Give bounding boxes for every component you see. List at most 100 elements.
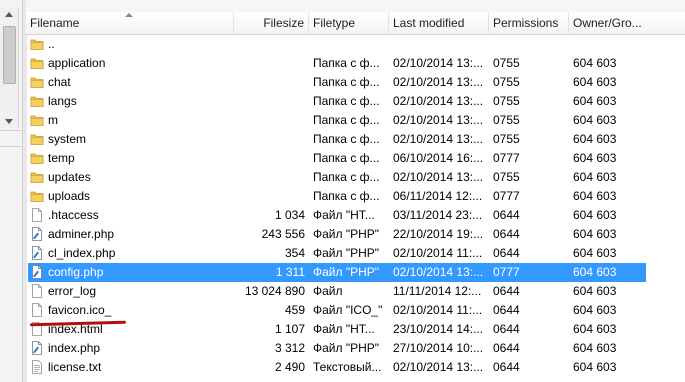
scroll-up-arrow-icon[interactable] <box>5 12 13 17</box>
scroll-down-arrow-icon[interactable] <box>5 119 13 124</box>
file-size <box>234 149 309 168</box>
file-last-modified: 02/10/2014 13:... <box>393 132 484 146</box>
file-permissions: 0644 <box>493 322 520 336</box>
file-type: Папка с ф... <box>313 113 380 127</box>
file-type: Файл "PHP" <box>313 341 380 355</box>
file-permissions: 0644 <box>493 360 520 374</box>
file-owner-group: 604 603 <box>573 341 617 355</box>
file-type: Файл "ICO_" <box>313 303 383 317</box>
file-row[interactable]: temp Папка с ф... 06/10/2014 16:... 0777 604… <box>26 149 685 168</box>
file-type: Папка с ф... <box>313 75 380 89</box>
file-permissions: 0644 <box>493 246 520 260</box>
file-size: 354 <box>284 246 305 260</box>
file-row[interactable]: m Папка с ф... 02/10/2014 13:... 0755 604 60… <box>26 111 685 130</box>
file-last-modified: 23/10/2014 14:... <box>393 322 484 336</box>
file-name: updates <box>48 170 91 184</box>
file-name: error_log <box>48 284 97 298</box>
file-last-modified: 02/10/2014 13:... <box>393 170 484 184</box>
file-name: langs <box>48 94 77 108</box>
column-header-label: Permissions <box>493 16 559 30</box>
file-name: favicon.ico_ <box>48 303 112 317</box>
file-owner-group: 604 603 <box>573 189 617 203</box>
file-row[interactable]: cl_index.php 354 Файл "PHP" 02/10/2014 11:.… <box>26 244 685 263</box>
file-size: 459 <box>284 303 305 317</box>
file-owner-group: 604 603 <box>573 265 617 279</box>
file-last-modified: 02/10/2014 13:... <box>393 94 484 108</box>
file-type: Текстовый... <box>313 360 382 374</box>
file-size: 1 311 <box>275 265 305 279</box>
file-row[interactable]: favicon.ico_ 459 Файл "ICO_" 02/10/2014 11:… <box>26 301 685 320</box>
file-size <box>234 92 309 111</box>
file-size <box>234 111 309 130</box>
column-header-filetype[interactable]: Filetype <box>309 12 389 34</box>
column-header-last-modified[interactable]: Last modified <box>389 12 489 34</box>
left-pane-divider <box>0 130 22 131</box>
file-last-modified: 22/10/2014 19:... <box>393 227 484 241</box>
file-size <box>234 54 309 73</box>
column-header-permissions[interactable]: Permissions <box>489 12 569 34</box>
file-type <box>309 35 389 54</box>
column-header-label: Last modified <box>393 16 465 30</box>
file-last-modified <box>389 35 489 54</box>
column-header-label: Owner/Gro... <box>573 16 642 30</box>
file-last-modified: 02/10/2014 13:... <box>393 113 484 127</box>
file-row[interactable]: chat Папка с ф... 02/10/2014 13:... 0755 604… <box>26 73 685 92</box>
file-type: Папка с ф... <box>313 94 380 108</box>
file-last-modified: 02/10/2014 13:... <box>393 56 484 70</box>
file-row[interactable]: .. <box>26 35 685 54</box>
file-permissions: 0777 <box>493 189 520 203</box>
file-size <box>234 168 309 187</box>
file-type: Папка с ф... <box>313 56 380 70</box>
column-header-owner-group[interactable]: Owner/Gro... <box>569 12 685 34</box>
file-owner-group: 604 603 <box>573 360 617 374</box>
file-type: Файл "HT... <box>313 208 375 222</box>
file-size: 13 024 890 <box>244 284 305 298</box>
file-row[interactable]: updates Папка с ф... 02/10/2014 13:... 0755… <box>26 168 685 187</box>
file-type: Файл "PHP" <box>313 246 380 260</box>
file-permissions: 0755 <box>493 94 520 108</box>
file-name: chat <box>48 75 71 89</box>
file-permissions <box>489 35 569 54</box>
left-pane-scrollbar[interactable] <box>0 8 19 128</box>
file-owner-group: 604 603 <box>573 284 617 298</box>
file-row[interactable]: license.txt 2 490 Текстовый... 02/10/2014 1… <box>26 358 685 377</box>
file-type: Папка с ф... <box>313 189 380 203</box>
column-header-filesize[interactable]: Filesize <box>234 12 309 34</box>
file-row[interactable]: application Папка с ф... 02/10/2014 13:...… <box>26 54 685 73</box>
file-size <box>234 187 309 206</box>
file-row[interactable]: .htaccess 1 034 Файл "HT... 03/11/2014 23:.… <box>26 206 685 225</box>
file-permissions: 0755 <box>493 132 520 146</box>
file-name: license.txt <box>48 360 102 374</box>
file-owner-group: 604 603 <box>573 151 617 165</box>
file-last-modified: 02/10/2014 13:... <box>393 75 484 89</box>
file-row[interactable]: system Папка с ф... 02/10/2014 13:... 0755 6… <box>26 130 685 149</box>
file-permissions: 0644 <box>493 341 520 355</box>
file-row[interactable]: error_log 13 024 890 Файл 11/11/2014 12:...… <box>26 282 685 301</box>
file-permissions: 0777 <box>493 151 520 165</box>
file-rows: .. application Папка с ф... 02/10/2014 13:.… <box>26 35 685 377</box>
scrollbar-thumb[interactable] <box>3 26 16 84</box>
file-row[interactable]: uploads Папка с ф... 06/11/2014 12:... 0777… <box>26 187 685 206</box>
file-last-modified: 02/10/2014 11:... <box>393 246 483 260</box>
file-name: .. <box>48 37 55 51</box>
file-owner-group: 604 603 <box>573 227 617 241</box>
remote-file-list[interactable]: Filename Filesize Filetype Last modified… <box>26 0 685 382</box>
file-last-modified: 06/11/2014 12:... <box>393 189 483 203</box>
file-name: system <box>48 132 87 146</box>
file-row-selected[interactable]: config.php 1 311 Файл "PHP" 02/10/2014 13:.… <box>26 263 685 282</box>
file-type: Файл "PHP" <box>313 265 380 279</box>
file-row[interactable]: adminer.php 243 556 Файл "PHP" 22/10/2014 1… <box>26 225 685 244</box>
file-permissions: 0755 <box>493 56 520 70</box>
left-pane <box>0 0 22 382</box>
file-type: Файл <box>313 284 343 298</box>
file-size: 243 556 <box>261 227 305 241</box>
file-last-modified: 02/10/2014 13:... <box>393 265 484 279</box>
file-size: 2 490 <box>274 360 305 374</box>
file-last-modified: 06/10/2014 16:... <box>393 151 484 165</box>
file-size: 3 312 <box>274 341 305 355</box>
file-type: Файл "PHP" <box>313 227 380 241</box>
file-row[interactable]: index.php 3 312 Файл "PHP" 27/10/2014 10:..… <box>26 339 685 358</box>
file-owner-group: 604 603 <box>573 303 617 317</box>
file-row[interactable]: langs Папка с ф... 02/10/2014 13:... 0755 60… <box>26 92 685 111</box>
file-last-modified: 27/10/2014 10:... <box>393 341 484 355</box>
